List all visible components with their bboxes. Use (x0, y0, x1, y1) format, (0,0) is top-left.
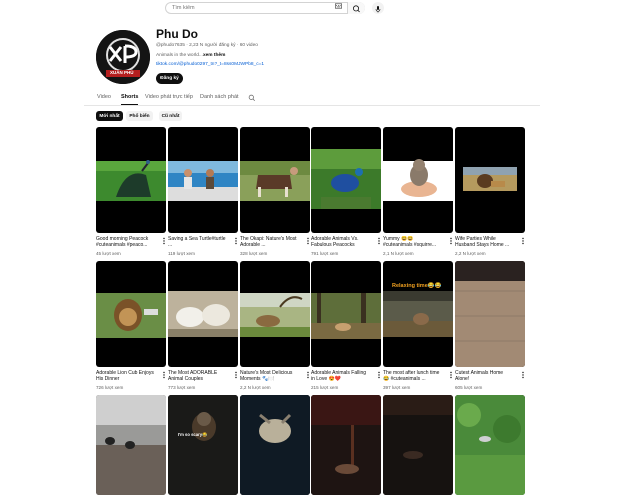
short-thumbnail[interactable] (455, 261, 525, 367)
more-options-icon[interactable] (521, 237, 525, 245)
more-options-icon[interactable] (234, 371, 238, 379)
thumbnail-image (311, 293, 381, 339)
thumbnail-image (240, 395, 310, 495)
search-icon (353, 5, 360, 13)
short-views: 2,2 N lượt xem (240, 385, 271, 390)
short-title[interactable]: Cutest Animals Home Alone! (455, 370, 513, 383)
short-title[interactable]: Adorable Animals Vs. Fabulous Peacocks (311, 236, 369, 249)
thumbnail-image (96, 395, 166, 495)
thumbnail-image (383, 159, 453, 201)
more-options-icon[interactable] (377, 371, 381, 379)
thumbnail-image (455, 395, 525, 495)
search-button[interactable] (347, 2, 365, 14)
short-thumbnail[interactable] (96, 127, 166, 233)
short-views: 2,2 N lượt xem (455, 251, 486, 256)
tab-live[interactable]: Video phát trực tiếp (145, 94, 193, 100)
short-thumbnail[interactable] (311, 261, 381, 367)
short-title[interactable]: Yummy 😆😆 #cuteanimals #squirre... (383, 236, 441, 249)
search-input[interactable] (172, 3, 322, 13)
short-thumbnail[interactable] (455, 127, 525, 233)
thumbnail-image (96, 293, 166, 338)
short-title[interactable]: The Most ADORABLE Animal Couples (168, 370, 226, 383)
short-views: 605 lượt xem (455, 385, 483, 390)
short-title[interactable]: Wife Parties While Husband Stays Home ..… (455, 236, 513, 249)
chip-newest[interactable]: Mới nhất (96, 111, 123, 121)
channel-avatar[interactable]: XUÂN PHÚ (96, 30, 150, 84)
short-thumbnail[interactable] (168, 395, 238, 495)
short-views: 397 lượt xem (383, 385, 411, 390)
thumbnail-image (96, 160, 166, 201)
short-thumbnail[interactable] (455, 395, 525, 495)
short-thumbnail[interactable] (240, 127, 310, 233)
more-options-icon[interactable] (449, 237, 453, 245)
chip-popular[interactable]: Phổ biến (126, 111, 153, 121)
thumbnail-image (240, 161, 310, 201)
more-options-icon[interactable] (162, 371, 166, 379)
tabs-divider (84, 105, 540, 106)
avatar-caption: XUÂN PHÚ (110, 70, 134, 75)
short-views: 791 lượt xem (311, 251, 339, 256)
more-options-icon[interactable] (306, 371, 310, 379)
short-views: 773 lượt xem (168, 385, 196, 390)
description-text: Animals in the world... (156, 53, 203, 58)
more-options-icon[interactable] (521, 371, 525, 379)
thumbnail-image (463, 167, 517, 191)
short-thumbnail[interactable] (96, 261, 166, 367)
thumbnail-image (168, 161, 238, 201)
short-title[interactable]: Nature's Most Delicious Moments 🐾🍽️ (240, 370, 298, 383)
thumbnail-image (383, 395, 453, 495)
short-title[interactable]: Adorable Lion Cub Enjoys His Dinner (96, 370, 154, 383)
thumbnail-image (240, 293, 310, 337)
channel-description[interactable]: Animals in the world...xem thêm (156, 53, 225, 58)
channel-meta: @phudo7635 · 2,23 N người đăng ký · 60 v… (156, 43, 258, 48)
thumbnail-image (168, 395, 238, 495)
short-views: 328 lượt xem (240, 251, 268, 256)
short-thumbnail[interactable] (240, 395, 310, 495)
short-views: 726 lượt xem (96, 385, 124, 390)
chip-oldest[interactable]: Cũ nhất (159, 111, 182, 121)
short-views: 119 lượt xem (168, 251, 195, 256)
short-thumbnail[interactable] (383, 395, 453, 495)
short-thumbnail[interactable] (168, 261, 238, 367)
short-views: 215 lượt xem (311, 385, 339, 390)
tab-videos[interactable]: Video (97, 94, 111, 100)
short-thumbnail[interactable] (311, 395, 381, 495)
more-options-icon[interactable] (306, 237, 310, 245)
short-thumbnail[interactable] (168, 127, 238, 233)
channel-logo-icon (96, 30, 150, 84)
short-thumbnail[interactable] (96, 395, 166, 495)
thumbnail-image (455, 261, 525, 367)
more-link[interactable]: xem thêm (203, 53, 225, 58)
short-views: 45 lượt xem (96, 251, 121, 256)
more-options-icon[interactable] (449, 371, 453, 379)
keyboard-icon[interactable] (335, 3, 342, 9)
short-thumbnail[interactable] (383, 261, 453, 367)
short-title[interactable]: Good morning Peacock #cuteanimals #peaco… (96, 236, 154, 249)
short-views: 2,1 N lượt xem (383, 251, 414, 256)
thumbnail-overlay-text: Relaxing time😂😂 (392, 283, 442, 289)
more-options-icon[interactable] (234, 237, 238, 245)
more-options-icon[interactable] (377, 237, 381, 245)
channel-search-icon[interactable] (248, 94, 256, 102)
short-title[interactable]: The Okapi: Nature's Most Adorable ... (240, 236, 298, 249)
more-options-icon[interactable] (162, 237, 166, 245)
short-thumbnail[interactable] (311, 127, 381, 233)
thumbnail-image (168, 291, 238, 337)
channel-external-link[interactable]: tiktok.com/@phudo0297_tn?_t=8ss0MJWPb8_c… (156, 62, 264, 67)
microphone-icon (375, 6, 381, 13)
channel-name: Phu Do (156, 27, 198, 41)
short-title[interactable]: The most after lunch time😂 #cuteanimals … (383, 370, 441, 383)
short-title[interactable]: Adorable Animals Falling in Love 😍❤️ (311, 370, 369, 383)
short-thumbnail[interactable] (240, 261, 310, 367)
tab-shorts[interactable]: Shorts (121, 94, 138, 100)
voice-search-button[interactable] (372, 2, 384, 14)
short-title[interactable]: Saving a Sea Turtle#turtle ... (168, 236, 226, 249)
thumbnail-image (311, 395, 381, 495)
thumbnail-image (383, 291, 453, 337)
short-thumbnail[interactable] (383, 127, 453, 233)
subscribe-button[interactable]: Đăng ký (156, 73, 183, 84)
thumbnail-overlay-text: I'm so scary😂 (178, 432, 208, 437)
tab-playlists[interactable]: Danh sách phát (200, 94, 239, 100)
thumbnail-image (311, 149, 381, 209)
